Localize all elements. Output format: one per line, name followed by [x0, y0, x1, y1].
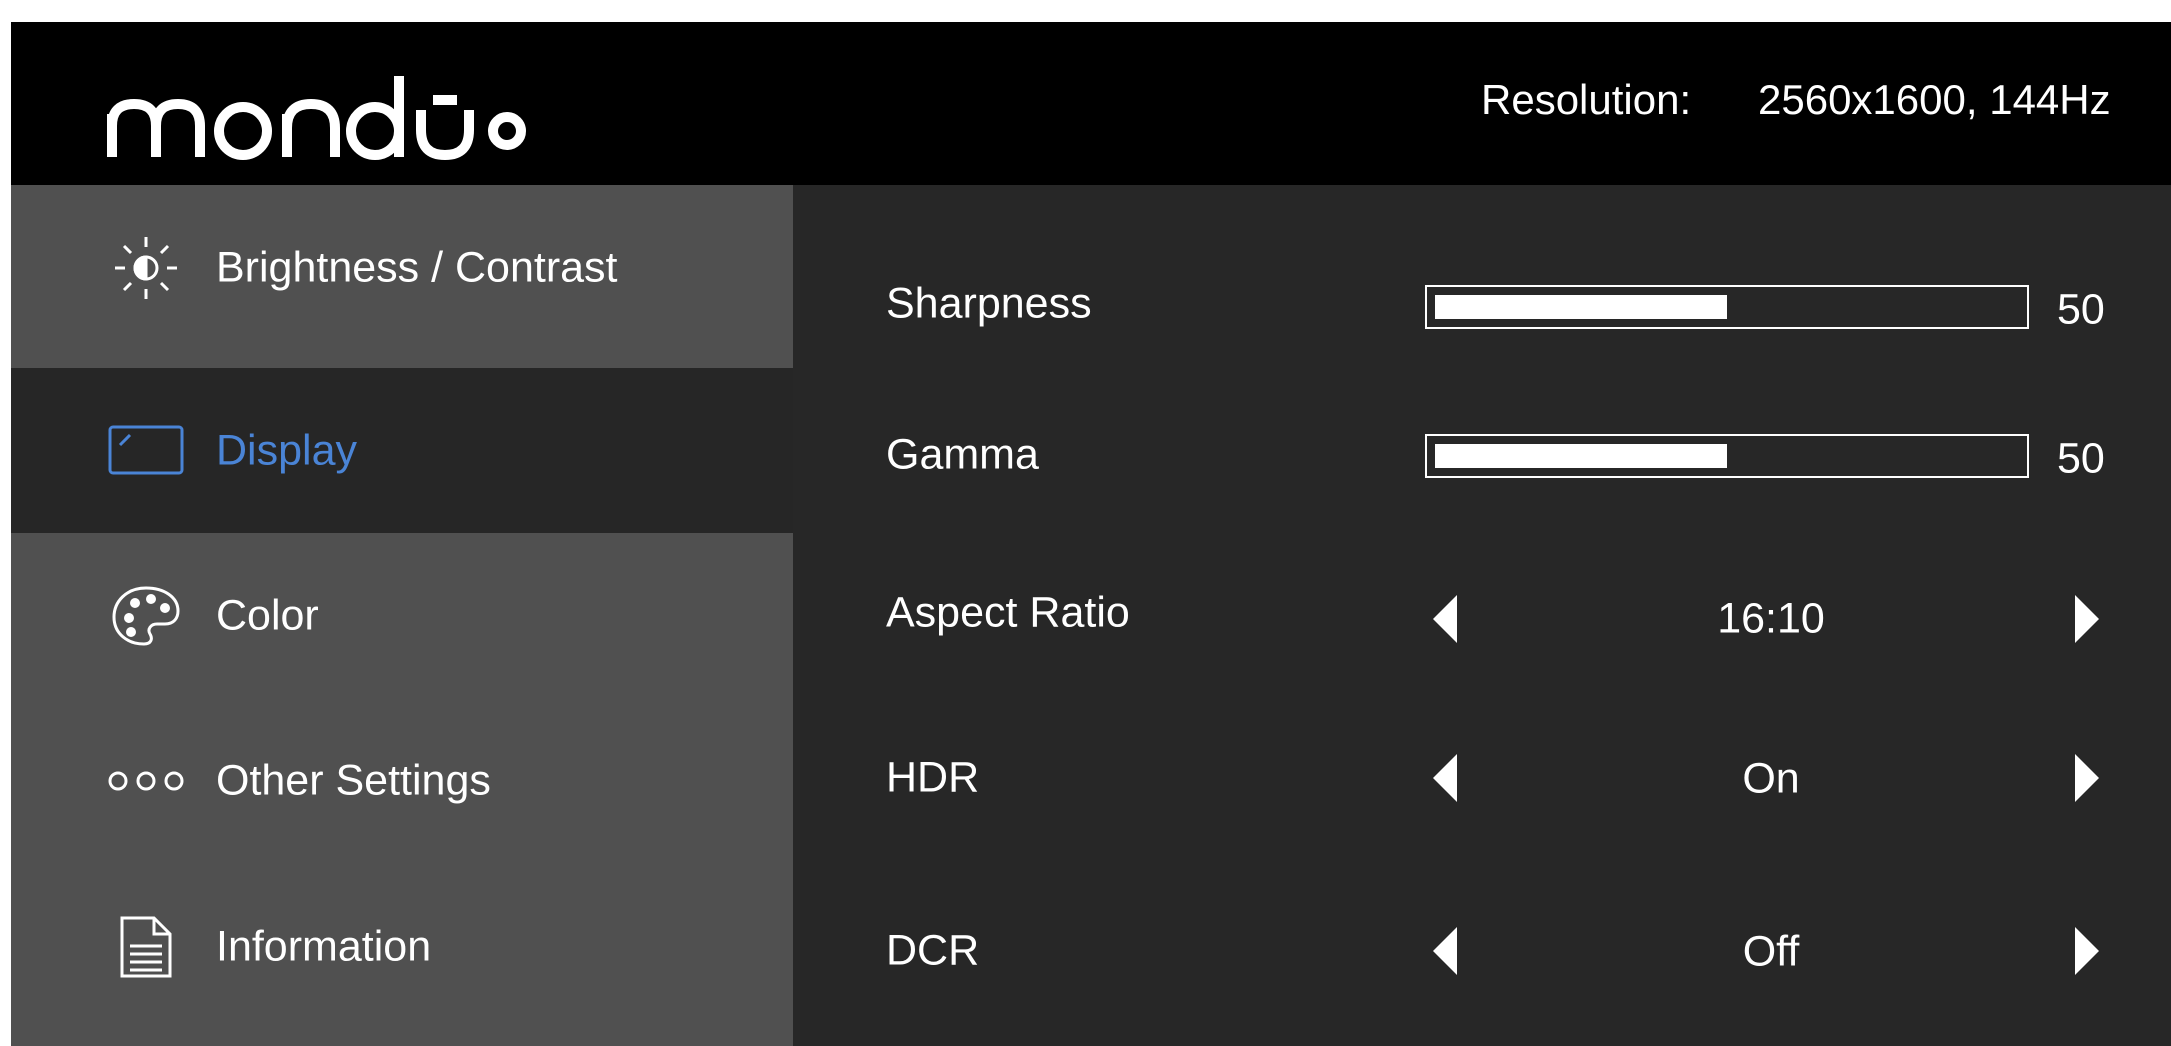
dcr-left-arrow-icon[interactable] [1433, 927, 1457, 975]
gamma-slider-fill [1435, 444, 1727, 468]
aspect-ratio-left-arrow-icon[interactable] [1433, 595, 1457, 643]
hdr-label: HDR [886, 753, 980, 802]
sidebar-item-label: Display [216, 426, 357, 474]
sidebar-item-information[interactable]: Information [11, 864, 793, 1029]
brightness-icon [101, 233, 191, 303]
palette-icon [101, 581, 191, 651]
hdr-value: On [1742, 754, 1800, 803]
sidebar-item-color[interactable]: Color [11, 533, 793, 698]
aspect-ratio-label: Aspect Ratio [886, 588, 1130, 637]
osd-menu: Resolution: 2560x1600, 144Hz Brightness … [11, 22, 2171, 1046]
sidebar: Brightness / Contrast Display Color Othe… [11, 185, 793, 1046]
aspect-ratio-right-arrow-icon[interactable] [2075, 595, 2099, 643]
dots-icon [101, 746, 191, 816]
header-bar: Resolution: 2560x1600, 144Hz [11, 22, 2171, 185]
sharpness-label: Sharpness [886, 279, 1092, 328]
resolution-label: Resolution: [1481, 76, 1692, 123]
sidebar-item-label: Brightness / Contrast [216, 243, 618, 291]
sidebar-item-label: Other Settings [216, 756, 491, 804]
dcr-label: DCR [886, 926, 980, 975]
gamma-label: Gamma [886, 430, 1039, 479]
dcr-right-arrow-icon[interactable] [2075, 927, 2099, 975]
gamma-slider[interactable] [1425, 434, 2029, 478]
hdr-left-arrow-icon[interactable] [1433, 754, 1457, 802]
dcr-value: Off [1742, 927, 1800, 976]
sidebar-item-label: Color [216, 591, 319, 639]
sidebar-item-other-settings[interactable]: Other Settings [11, 698, 793, 863]
sidebar-item-brightness-contrast[interactable]: Brightness / Contrast [11, 185, 793, 350]
sharpness-value: 50 [2057, 285, 2105, 334]
sharpness-slider[interactable] [1425, 285, 2029, 329]
document-icon [101, 912, 191, 982]
monduo-logo [107, 76, 526, 161]
sidebar-item-display[interactable]: Display [11, 368, 793, 533]
display-icon [101, 416, 191, 486]
resolution-value: 2560x1600, 144Hz [1758, 76, 2111, 123]
sharpness-slider-fill [1435, 295, 1727, 319]
hdr-right-arrow-icon[interactable] [2075, 754, 2099, 802]
sidebar-item-label: Information [216, 922, 432, 970]
aspect-ratio-value: 16:10 [1717, 594, 1825, 643]
gamma-value: 50 [2057, 434, 2105, 483]
